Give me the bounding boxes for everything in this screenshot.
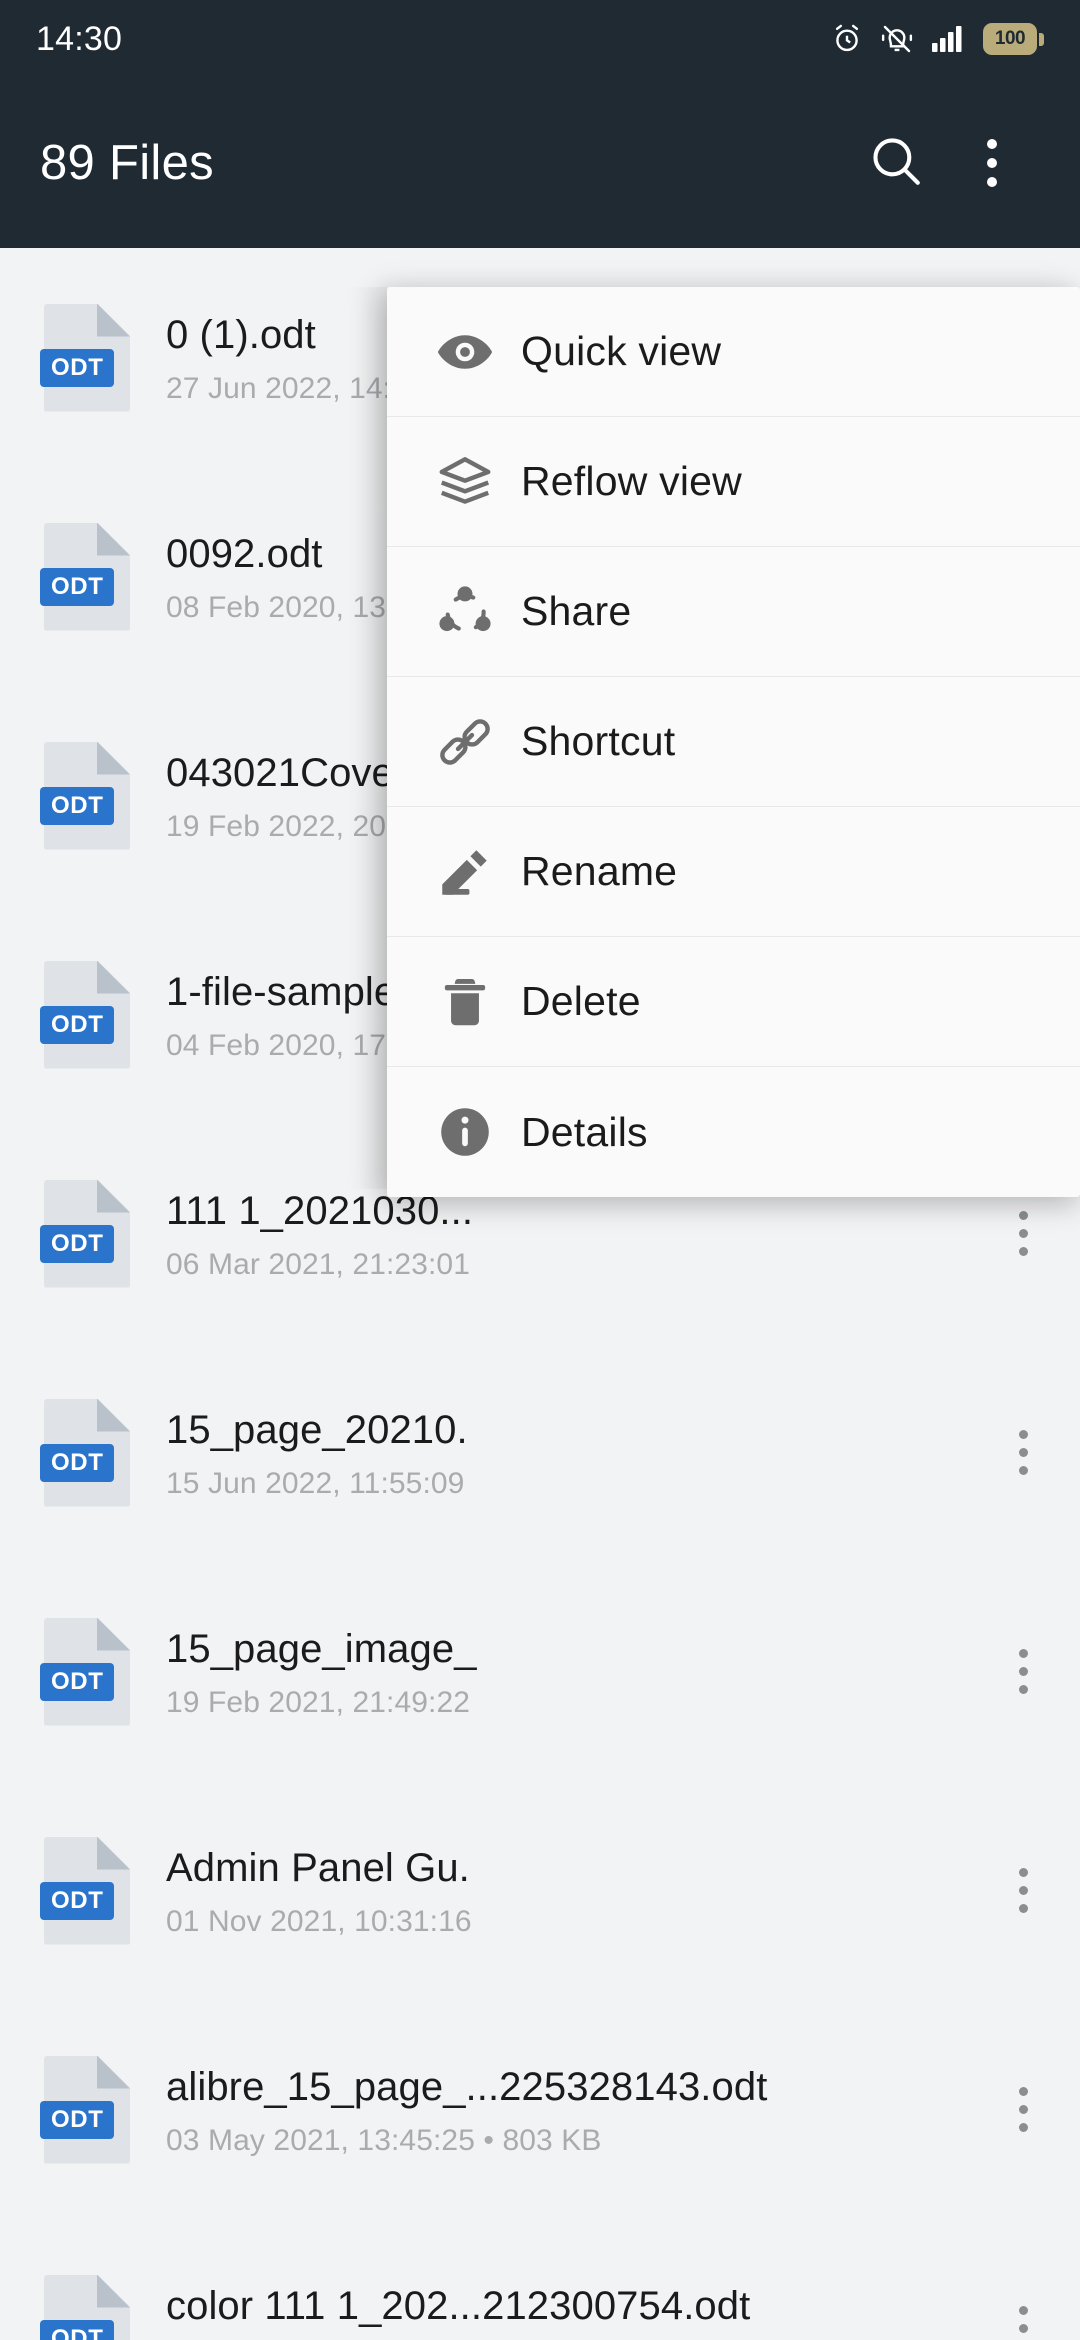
share-nodes-icon bbox=[409, 581, 521, 643]
file-extension-badge: ODT bbox=[40, 2100, 115, 2139]
menu-item-label: Share bbox=[521, 588, 632, 634]
signal-bars-icon bbox=[931, 24, 965, 54]
file-type-icon: ODT bbox=[40, 960, 130, 1069]
menu-item-share[interactable]: Share bbox=[387, 547, 1080, 677]
row-overflow-button[interactable] bbox=[988, 1617, 1058, 1727]
row-overflow-button[interactable] bbox=[988, 1836, 1058, 1946]
menu-item-shortcut[interactable]: Shortcut bbox=[387, 677, 1080, 807]
file-row-text: Admin Panel Gu. 01 Nov 2021, 10:31:16 bbox=[166, 1843, 988, 1939]
row-overflow-button[interactable] bbox=[988, 1398, 1058, 1508]
file-extension-badge: ODT bbox=[40, 1443, 115, 1482]
link-icon bbox=[409, 711, 521, 773]
file-meta: 03 May 2021, 13:45:25 • 803 KB bbox=[166, 2123, 602, 2157]
file-type-icon: ODT bbox=[40, 2055, 130, 2164]
file-row-text: 111 1_2021030... 06 Mar 2021, 21:23:01 bbox=[166, 1186, 988, 1282]
file-meta: 15 Jun 2022, 11:55:09 bbox=[166, 1466, 465, 1500]
status-clock: 14:30 bbox=[36, 19, 123, 58]
menu-item-delete[interactable]: Delete bbox=[387, 937, 1080, 1067]
file-type-icon: ODT bbox=[40, 1836, 130, 1945]
file-type-icon: ODT bbox=[40, 522, 130, 631]
more-vert-icon bbox=[1018, 1430, 1028, 1475]
vibrate-off-icon bbox=[881, 23, 913, 55]
pencil-icon bbox=[409, 841, 521, 903]
status-bar: 14:30 100 bbox=[0, 0, 1080, 78]
search-button[interactable] bbox=[848, 115, 944, 211]
file-extension-badge: ODT bbox=[40, 567, 115, 606]
file-extension-badge: ODT bbox=[40, 1005, 115, 1044]
table-row[interactable]: ODT Admin Panel Gu. 01 Nov 2021, 10:31:1… bbox=[0, 1781, 1080, 2000]
context-menu[interactable]: Quick view Reflow view Share Shortcut Re… bbox=[387, 287, 1080, 1197]
file-name: alibre_15_page_...225328143.odt bbox=[166, 2064, 768, 2109]
more-vert-icon bbox=[1018, 2306, 1028, 2340]
table-row[interactable]: ODT 15_page_20210. 15 Jun 2022, 11:55:09 bbox=[0, 1343, 1080, 1562]
file-meta: 01 Nov 2021, 10:31:16 bbox=[166, 1904, 472, 1938]
file-name: color 111 1_202...212300754.odt bbox=[166, 2283, 751, 2328]
file-meta: 06 Mar 2021, 21:23:01 bbox=[166, 1247, 470, 1281]
menu-item-rename[interactable]: Rename bbox=[387, 807, 1080, 937]
info-icon bbox=[409, 1101, 521, 1163]
menu-item-label: Shortcut bbox=[521, 718, 676, 764]
battery-icon: 100 bbox=[983, 23, 1044, 55]
file-name: 15_page_20210. bbox=[166, 1407, 468, 1452]
file-extension-badge: ODT bbox=[40, 786, 115, 825]
file-extension-badge: ODT bbox=[40, 2319, 115, 2340]
menu-item-reflow-view[interactable]: Reflow view bbox=[387, 417, 1080, 547]
overflow-menu-button[interactable] bbox=[944, 115, 1040, 211]
file-extension-badge: ODT bbox=[40, 348, 115, 387]
table-row[interactable]: ODT alibre_15_page_...225328143.odt 03 M… bbox=[0, 2000, 1080, 2219]
file-meta: 19 Feb 2021, 21:49:22 bbox=[166, 1685, 471, 1719]
more-vert-icon bbox=[1018, 1211, 1028, 1256]
more-vert-icon bbox=[1018, 2087, 1028, 2132]
layers-icon bbox=[409, 451, 521, 513]
menu-item-label: Details bbox=[521, 1108, 648, 1155]
status-icon-group: 100 bbox=[831, 23, 1044, 55]
file-type-icon: ODT bbox=[40, 303, 130, 412]
table-row[interactable]: ODT 15_page_image_ 19 Feb 2021, 21:49:22 bbox=[0, 1562, 1080, 1781]
file-extension-badge: ODT bbox=[40, 1881, 115, 1920]
more-vert-icon bbox=[1018, 1868, 1028, 1913]
file-row-text: 15_page_20210. 15 Jun 2022, 11:55:09 bbox=[166, 1405, 988, 1501]
file-row-text: alibre_15_page_...225328143.odt 03 May 2… bbox=[166, 2062, 988, 2158]
file-type-icon: ODT bbox=[40, 1179, 130, 1288]
trash-icon bbox=[409, 971, 521, 1033]
battery-level-label: 100 bbox=[983, 23, 1037, 55]
more-vert-icon bbox=[1018, 1649, 1028, 1694]
phone-screen: 14:30 100 89 Files ODT 0 (1).odt 27 Jun … bbox=[0, 0, 1080, 2340]
menu-item-quick-view[interactable]: Quick view bbox=[387, 287, 1080, 417]
file-extension-badge: ODT bbox=[40, 1224, 115, 1263]
row-overflow-button[interactable] bbox=[988, 2055, 1058, 2165]
file-row-text: color 111 1_202...212300754.odt 31 Mar 2… bbox=[166, 2281, 988, 2340]
menu-item-label: Reflow view bbox=[521, 458, 742, 504]
alarm-icon bbox=[831, 23, 863, 55]
menu-item-label: Rename bbox=[521, 848, 678, 894]
file-name: Admin Panel Gu. bbox=[166, 1845, 470, 1890]
file-type-icon: ODT bbox=[40, 741, 130, 850]
menu-item-label: Quick view bbox=[521, 328, 722, 374]
file-type-icon: ODT bbox=[40, 1617, 130, 1726]
search-icon bbox=[867, 132, 925, 195]
row-overflow-button[interactable] bbox=[988, 2274, 1058, 2340]
app-bar: 89 Files bbox=[0, 78, 1080, 248]
more-vert-icon bbox=[987, 139, 997, 187]
file-extension-badge: ODT bbox=[40, 1662, 115, 1701]
battery-tip bbox=[1039, 32, 1044, 46]
file-row-text: 15_page_image_ 19 Feb 2021, 21:49:22 bbox=[166, 1624, 988, 1720]
table-row[interactable]: ODT color 111 1_202...212300754.odt 31 M… bbox=[0, 2219, 1080, 2340]
menu-item-label: Delete bbox=[521, 978, 641, 1024]
eye-icon bbox=[409, 321, 521, 383]
file-type-icon: ODT bbox=[40, 1398, 130, 1507]
file-name: 15_page_image_ bbox=[166, 1626, 477, 1671]
file-type-icon: ODT bbox=[40, 2274, 130, 2340]
menu-item-details[interactable]: Details bbox=[387, 1067, 1080, 1197]
page-title: 89 Files bbox=[40, 136, 214, 190]
